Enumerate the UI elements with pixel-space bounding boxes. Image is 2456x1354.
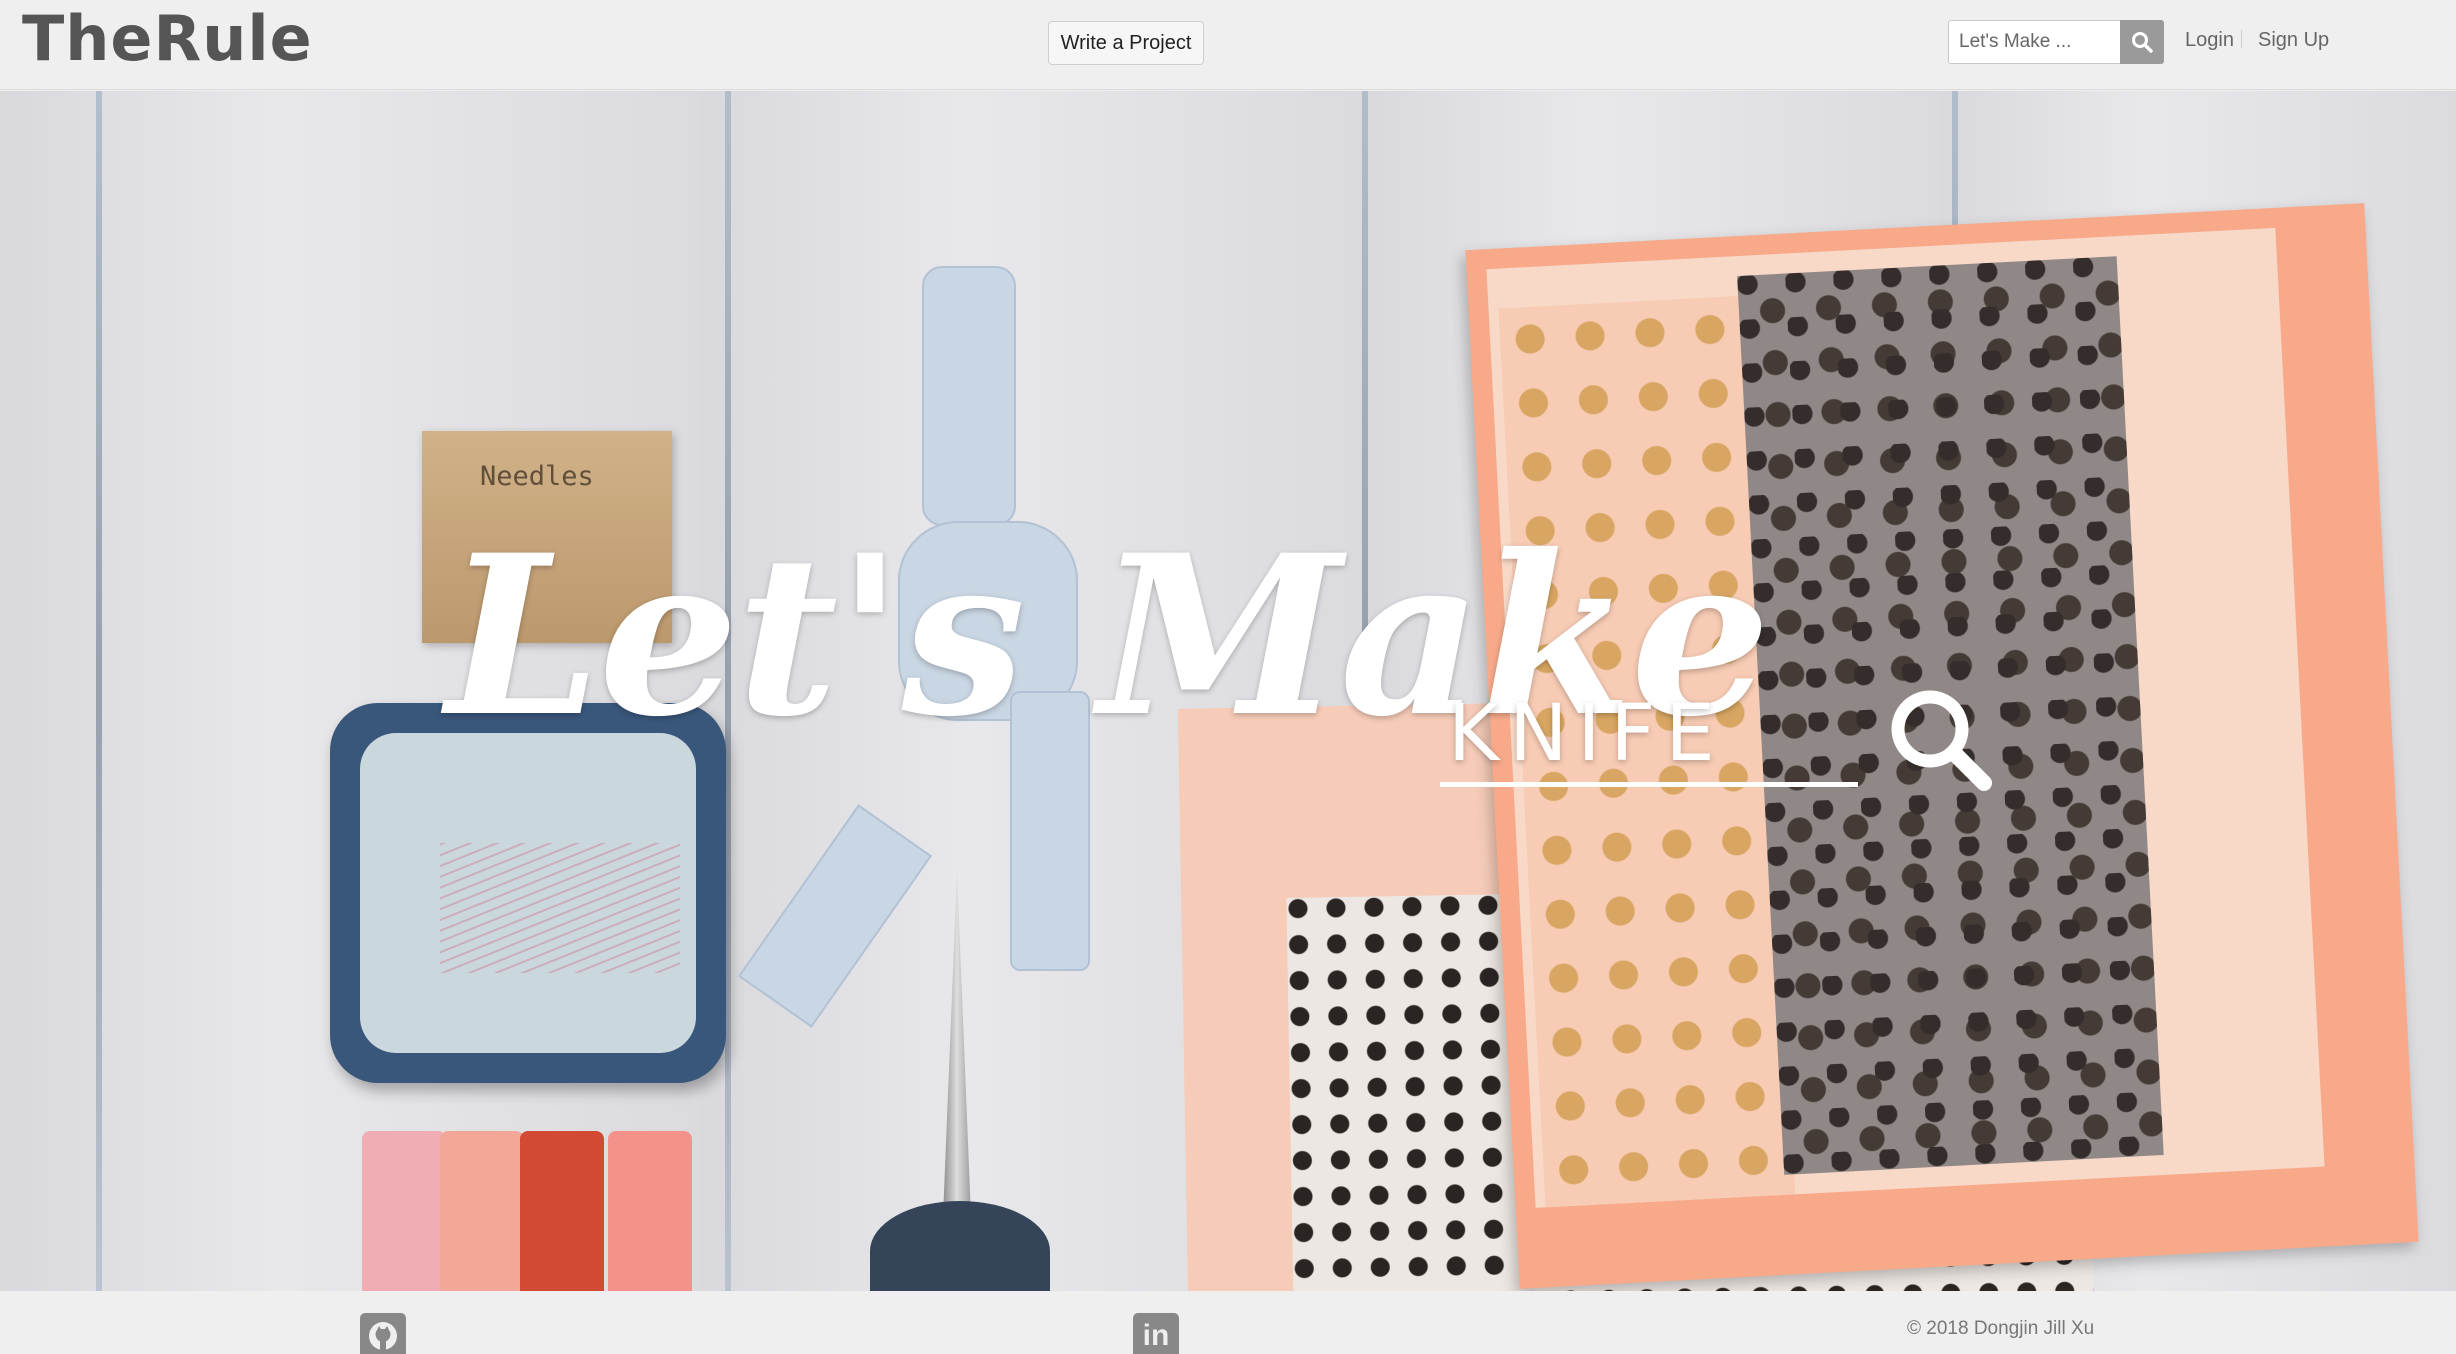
hero-search-underline — [1440, 782, 1858, 787]
write-project-button[interactable]: Write a Project — [1048, 21, 1204, 65]
header-search-input[interactable] — [1948, 20, 2120, 64]
linkedin-glyph: in — [1142, 1319, 1170, 1352]
nav-divider — [2241, 30, 2242, 48]
hero-search-input[interactable]: KNIFE — [1448, 689, 1848, 779]
github-icon[interactable] — [360, 1313, 406, 1354]
hero-banner: Needles Let's Make KNIFE — [0, 91, 2456, 1291]
top-navbar: TheRule Write a Project Login Sign Up — [0, 0, 2456, 90]
copyright-text: © 2018 Dongjin Jill Xu — [1907, 1318, 2095, 1339]
linkedin-icon[interactable]: in — [1133, 1313, 1179, 1354]
login-link[interactable]: Login — [2185, 29, 2234, 52]
signup-link[interactable]: Sign Up — [2258, 29, 2329, 52]
site-logo[interactable]: TheRule — [22, 4, 313, 74]
header-search-button[interactable] — [2120, 20, 2164, 64]
footer: in © 2018 Dongjin Jill Xu — [0, 1291, 2456, 1354]
search-icon — [2132, 32, 2153, 53]
hero-search-icon[interactable] — [1880, 681, 2000, 801]
github-octocat-icon — [369, 1322, 397, 1350]
header-search — [1948, 20, 2164, 64]
